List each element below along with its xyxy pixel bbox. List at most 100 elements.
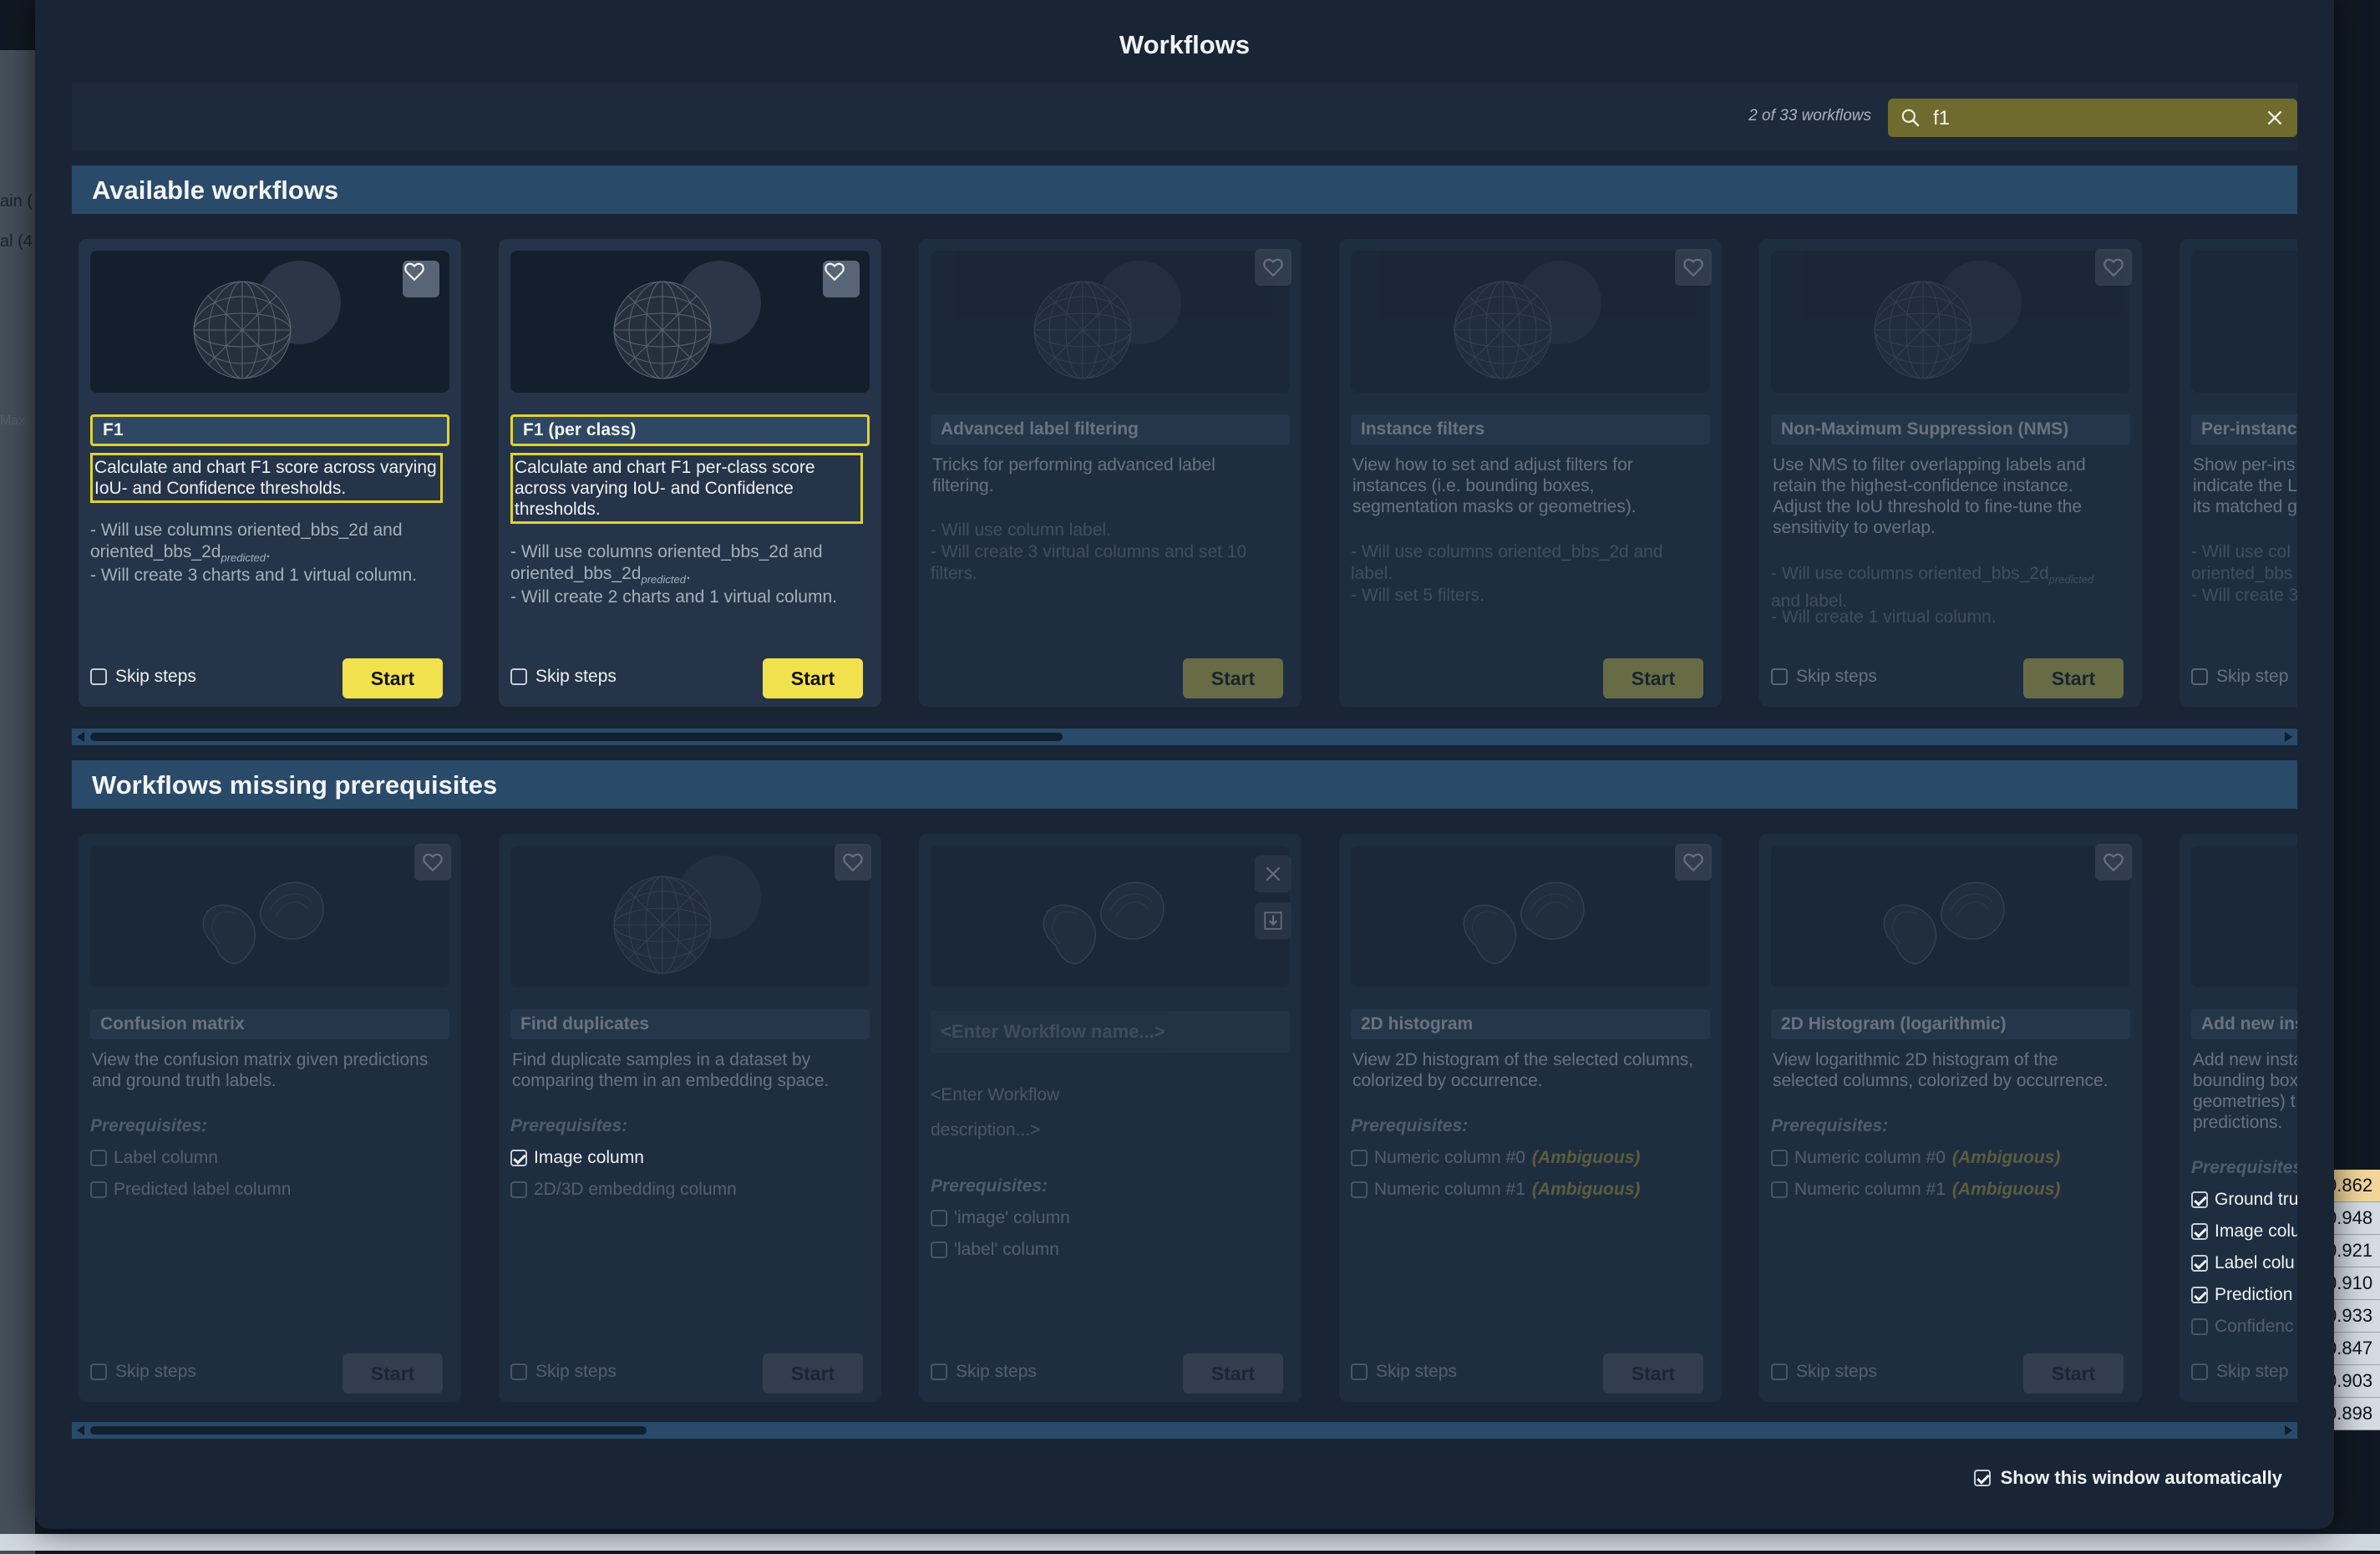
download-icon[interactable] [1255,902,1291,939]
checkbox[interactable] [1351,1364,1368,1380]
missing-workflows-row: Confusion matrix View the confusion matr… [72,834,2297,1410]
favorite-heart-icon[interactable] [1255,249,1291,286]
scroll-left-arrow[interactable] [77,1425,84,1435]
workflow-card-2d-histogram-log[interactable]: 2D Histogram (logarithmic) View logarith… [1759,834,2142,1402]
skip-steps-checkbox[interactable]: Skip steps [1771,1362,1877,1382]
favorite-heart-icon[interactable] [1675,844,1712,881]
card-note: - Will set 5 filters. [1351,586,1484,605]
workflow-card-find-duplicates[interactable]: Find duplicates Find duplicate samples i… [499,834,881,1402]
checkbox [1351,1150,1368,1166]
skip-steps-checkbox[interactable]: Skip step [2191,1362,2288,1382]
workflow-thumbnail [1771,251,2130,393]
start-button[interactable]: Start [2023,658,2124,698]
start-button[interactable]: Start [1603,1353,1703,1394]
workflow-name-input[interactable]: <Enter Workflow name...> [931,1011,1290,1053]
start-button[interactable]: Start [1183,658,1283,698]
close-icon[interactable] [1255,856,1291,892]
start-button[interactable]: Start [763,1353,863,1394]
prerequisite-item: Confidenc [2191,1317,2294,1337]
show-automatically-checkbox[interactable]: Show this window automatically [1973,1467,2282,1489]
workflows-dialog: Workflows 2 of 33 workflows Available wo… [35,0,2334,1529]
workflow-card-new[interactable]: <Enter Workflow name...> <Enter Workflow… [919,834,1302,1402]
checkbox [2191,1191,2208,1208]
search-box[interactable] [1888,99,2297,137]
horizontal-scrollbar[interactable] [72,729,2297,745]
checkbox[interactable] [931,1364,947,1380]
skip-steps-checkbox[interactable]: Skip steps [510,667,617,687]
start-button[interactable]: Start [1183,1353,1283,1394]
workflow-card-nms[interactable]: Non-Maximum Suppression (NMS) Use NMS to… [1759,239,2142,707]
start-button[interactable]: Start [763,658,863,698]
prerequisites-label: Prerequisites: [1351,1116,1469,1135]
favorite-heart-icon[interactable] [2095,844,2132,881]
card-note: - Will use columns oriented_bbs_2d and o… [510,542,823,587]
skip-steps-checkbox[interactable]: Skip steps [931,1362,1037,1382]
prerequisites-label: Prerequisites: [510,1116,628,1135]
favorite-heart-icon[interactable] [2095,249,2132,286]
background-text: ain ( [0,192,33,211]
checkbox [2191,1318,2208,1335]
workflow-thumbnail [90,846,449,988]
start-button[interactable]: Start [2023,1353,2124,1394]
checkbox [2191,1255,2208,1272]
skip-steps-checkbox[interactable]: Skip steps [90,667,196,687]
card-title: F1 [90,414,449,446]
prerequisites-label: Prerequisites [2191,1158,2297,1177]
background-text: al (4 [0,232,33,251]
card-title: 2D Histogram (logarithmic) [1771,1009,2130,1039]
workflow-thumbnail [90,251,449,393]
skip-steps-checkbox[interactable]: Skip steps [90,1362,196,1382]
scroll-thumb[interactable] [90,1426,647,1435]
workflow-card-per-instance[interactable]: Per-instanc Show per-ins indicate the L … [2180,239,2297,707]
horizontal-scrollbar[interactable] [72,1422,2297,1439]
workflow-thumbnail [1771,846,2130,988]
background-left-panel [0,50,35,1554]
workflow-card-add-new-instances[interactable]: Add new ins Add new insta bounding box g… [2180,834,2297,1402]
checkbox[interactable] [1973,1470,1991,1486]
scroll-left-arrow[interactable] [77,732,84,742]
checkbox[interactable] [90,668,107,685]
checkbox[interactable] [510,1364,527,1380]
workflow-card-confusion-matrix[interactable]: Confusion matrix View the confusion matr… [79,834,461,1402]
search-icon [1901,109,1920,127]
checkbox[interactable] [1771,668,1788,685]
scroll-right-arrow[interactable] [2285,1425,2292,1435]
start-button[interactable]: Start [343,1353,443,1394]
card-title: F1 (per class) [510,414,870,446]
favorite-heart-icon[interactable] [403,261,439,297]
card-note: - Will use columns oriented_bbs_2d and o… [90,521,403,565]
workflow-card-f1[interactable]: F1 Calculate and chart F1 score across v… [79,239,461,707]
workflow-card-f1-per-class[interactable]: F1 (per class) Calculate and chart F1 pe… [499,239,881,707]
workflow-description-input[interactable]: <Enter Workflow description...> [931,1078,1081,1148]
favorite-heart-icon[interactable] [823,261,860,297]
checkbox [1351,1181,1368,1198]
search-input[interactable] [1931,104,2244,134]
skip-steps-checkbox[interactable]: Skip steps [510,1362,617,1382]
favorite-heart-icon[interactable] [414,844,451,881]
favorite-heart-icon[interactable] [1675,249,1712,286]
checkbox [931,1242,947,1258]
workflow-card-instance-filters[interactable]: Instance filters View how to set and adj… [1339,239,1722,707]
skip-steps-checkbox[interactable]: Skip steps [1351,1362,1457,1382]
scroll-thumb[interactable] [90,733,1063,741]
skip-steps-checkbox[interactable]: Skip step [2191,667,2288,687]
checkbox[interactable] [1771,1364,1788,1380]
close-icon[interactable] [2264,107,2286,129]
workflow-card-2d-histogram[interactable]: 2D histogram View 2D histogram of the se… [1339,834,1722,1402]
card-note: - Will create 2 charts and 1 virtual col… [510,587,837,607]
favorite-heart-icon[interactable] [835,844,871,881]
start-button[interactable]: Start [343,658,443,698]
workflow-card-advanced-label-filtering[interactable]: Advanced label filtering Tricks for perf… [919,239,1302,707]
skip-steps-checkbox[interactable]: Skip steps [1771,667,1877,687]
checkbox[interactable] [2191,1364,2208,1380]
prerequisite-item: Label column [90,1148,218,1168]
checkbox[interactable] [2191,668,2208,685]
start-button[interactable]: Start [1603,658,1703,698]
dialog-title: Workflows [1119,30,1251,59]
checkbox[interactable] [90,1364,107,1380]
workflow-thumbnail [1351,251,1710,393]
card-title: Add new ins [2191,1009,2297,1039]
card-description: View how to set and adjust filters for i… [1352,455,1637,516]
scroll-right-arrow[interactable] [2285,732,2292,742]
checkbox[interactable] [510,668,527,685]
